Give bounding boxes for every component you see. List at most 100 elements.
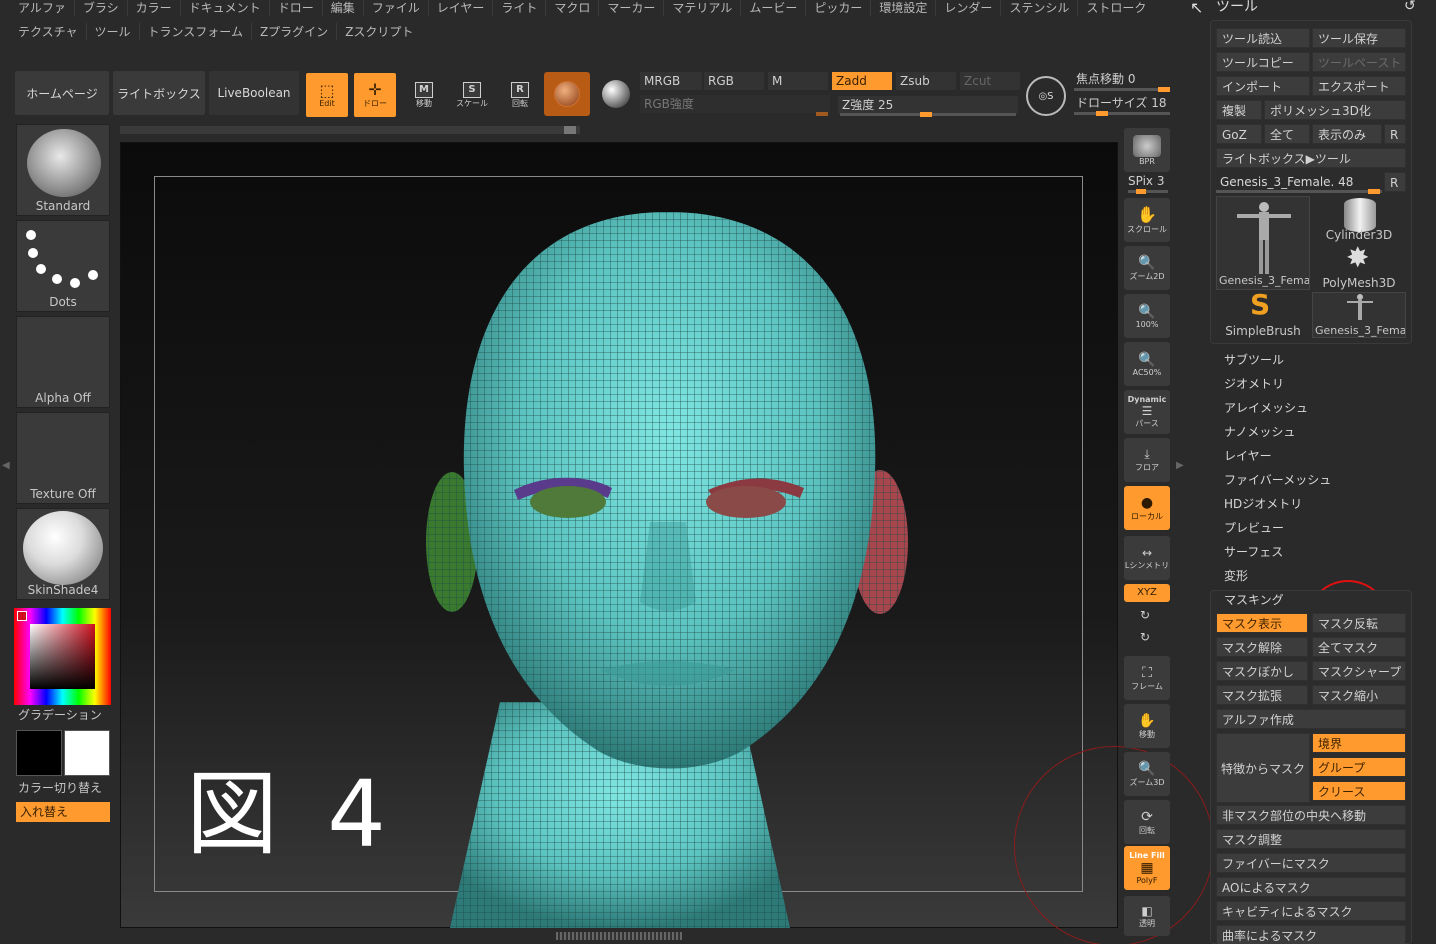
- focal-shift-handle[interactable]: [1158, 87, 1170, 92]
- switch-color-label[interactable]: カラー切り替え: [18, 779, 102, 796]
- center-unmasked-button[interactable]: 非マスク部位の中央へ移動: [1216, 805, 1406, 825]
- zoom3d-button[interactable]: 🔍 ズーム3D: [1124, 752, 1170, 796]
- color-picker[interactable]: [14, 608, 111, 705]
- frame-button[interactable]: ⛶ フレーム: [1124, 656, 1170, 700]
- masking-header[interactable]: マスキング: [1224, 590, 1284, 610]
- mask-by-ao-button[interactable]: AOによるマスク: [1216, 877, 1406, 897]
- tool-section-item[interactable]: プレビュー: [1224, 518, 1284, 538]
- menu-item[interactable]: レイヤー: [427, 0, 493, 16]
- rotate-view-button[interactable]: ⟳ 回転: [1124, 800, 1170, 844]
- bpr-button[interactable]: BPR: [1124, 128, 1170, 172]
- menu-item[interactable]: ブラシ: [73, 0, 127, 16]
- stroke-button[interactable]: Dots: [16, 220, 110, 312]
- texture-button[interactable]: Texture Off: [16, 412, 110, 504]
- import-button[interactable]: インポート: [1216, 76, 1310, 96]
- menu-item[interactable]: テクスチャ: [10, 23, 86, 40]
- zoom100-button[interactable]: 🔍 100%: [1124, 294, 1170, 338]
- draw-size-slider[interactable]: ドローサイズ 18: [1072, 94, 1172, 112]
- panel-reset-icon[interactable]: ↺: [1404, 0, 1416, 14]
- swap-color-button[interactable]: 入れ替え: [16, 802, 110, 822]
- invert-mask-button[interactable]: マスク反転: [1312, 613, 1406, 633]
- secondary-color-swatch[interactable]: [64, 730, 110, 776]
- menu-item[interactable]: ストローク: [1077, 0, 1154, 16]
- tool-section-item[interactable]: 変形: [1224, 566, 1248, 586]
- edit-mode-button[interactable]: ⬚ Edit: [305, 72, 349, 118]
- top-shelf-handle[interactable]: [564, 126, 576, 134]
- menu-item[interactable]: レンダー: [935, 0, 1000, 16]
- polyframe-button[interactable]: Line Fill ▦ PolyF: [1124, 846, 1170, 890]
- tool-section-item[interactable]: アレイメッシュ: [1224, 398, 1308, 418]
- left-tray-arrow-icon[interactable]: ◀: [2, 460, 10, 471]
- menu-item[interactable]: トランスフォーム: [138, 22, 251, 40]
- mask-groups-button[interactable]: グループ: [1312, 757, 1406, 777]
- menu-item[interactable]: 編集: [321, 0, 363, 16]
- liveboolean-button[interactable]: LiveBoolean: [208, 70, 300, 116]
- copy-tool-button[interactable]: ツールコピー: [1216, 52, 1310, 72]
- grow-mask-button[interactable]: マスク拡張: [1216, 685, 1308, 705]
- local-button[interactable]: ● ローカル: [1124, 486, 1170, 530]
- view-mask-button[interactable]: マスク表示: [1216, 613, 1308, 633]
- draw-mode-button[interactable]: ✛ ドロー: [353, 72, 397, 118]
- tool-section-item[interactable]: ジオメトリ: [1224, 374, 1284, 394]
- tool-section-item[interactable]: サーフェス: [1224, 542, 1283, 562]
- rgb-toggle[interactable]: RGB: [704, 72, 764, 90]
- menu-item[interactable]: ドロー: [268, 0, 322, 16]
- menu-item[interactable]: マテリアル: [663, 0, 740, 16]
- m-toggle[interactable]: M: [768, 72, 828, 90]
- clone-button[interactable]: 複製: [1216, 100, 1262, 120]
- create-alpha-button[interactable]: アルファ作成: [1216, 709, 1406, 729]
- goz-r-button[interactable]: R: [1384, 124, 1406, 144]
- menu-item[interactable]: ドキュメント: [179, 0, 269, 16]
- goz-all-button[interactable]: 全て: [1264, 124, 1310, 144]
- zadd-toggle[interactable]: Zadd: [832, 72, 892, 90]
- tool-section-item[interactable]: HDジオメトリ: [1224, 494, 1302, 514]
- export-button[interactable]: エクスポート: [1312, 76, 1406, 96]
- tool-section-item[interactable]: サブツール: [1224, 350, 1284, 370]
- bottom-tray-handle[interactable]: [556, 932, 682, 940]
- current-tool-handle[interactable]: [1368, 189, 1380, 194]
- rotate-mode-button[interactable]: R 回転: [498, 72, 542, 118]
- tool-thumb-cylinder[interactable]: Cylinder3D: [1312, 196, 1406, 242]
- goz-visible-button[interactable]: 表示のみ: [1312, 124, 1382, 144]
- material-button[interactable]: SkinShade4: [16, 508, 110, 600]
- color-square[interactable]: [30, 624, 95, 689]
- current-tool-slider[interactable]: Genesis_3_Female. 48: [1216, 172, 1382, 192]
- mrgb-toggle[interactable]: MRGB: [640, 72, 702, 90]
- move-mode-button[interactable]: M 移動: [402, 72, 446, 118]
- tool-r-button[interactable]: R: [1384, 172, 1406, 192]
- save-tool-button[interactable]: ツール保存: [1312, 28, 1406, 48]
- rgb-intensity-handle[interactable]: [816, 112, 828, 116]
- menu-item[interactable]: ファイル: [362, 0, 428, 16]
- mask-adjust-button[interactable]: マスク調整: [1216, 829, 1406, 849]
- snapshot-icon[interactable]: ◎S: [1026, 76, 1066, 116]
- tool-thumb-genesis-2[interactable]: Genesis_3_Fema: [1312, 292, 1406, 338]
- menu-item[interactable]: アルファ: [10, 0, 74, 16]
- tool-section-item[interactable]: ナノメッシュ: [1224, 422, 1295, 442]
- focal-shift-slider[interactable]: 焦点移動 0: [1072, 70, 1172, 88]
- top-shelf-scroll[interactable]: [120, 126, 580, 134]
- menu-item[interactable]: Zスクリプト: [336, 22, 421, 40]
- rgb-intensity-slider[interactable]: RGB強度: [640, 95, 830, 113]
- transparency-button[interactable]: ◧ 透明: [1124, 896, 1170, 936]
- rotate-y-icon[interactable]: ↻: [1140, 608, 1150, 622]
- move-view-button[interactable]: ✋ 移動: [1124, 704, 1170, 748]
- primary-color-swatch[interactable]: [16, 730, 62, 776]
- mask-by-feature-button[interactable]: 特徴からマスク: [1216, 733, 1310, 803]
- blur-mask-button[interactable]: マスクぼかし: [1216, 661, 1308, 681]
- symmetry-button[interactable]: ↔ Lシンメトリ: [1124, 536, 1170, 580]
- matcap-button[interactable]: [594, 72, 638, 116]
- paste-tool-button[interactable]: ツールペースト: [1312, 52, 1406, 72]
- mask-crease-button[interactable]: クリース: [1312, 781, 1406, 801]
- clear-mask-button[interactable]: マスク解除: [1216, 637, 1308, 657]
- load-tool-button[interactable]: ツール読込: [1216, 28, 1310, 48]
- spix-control[interactable]: SPix 3: [1128, 174, 1164, 188]
- tool-section-item[interactable]: レイヤー: [1224, 446, 1272, 466]
- z-intensity-handle[interactable]: [920, 112, 932, 117]
- zcut-toggle[interactable]: Zcut: [960, 72, 1020, 90]
- floor-button[interactable]: ⤓ フロア: [1124, 438, 1170, 482]
- mask-by-curvature-button[interactable]: 曲率によるマスク: [1216, 925, 1406, 944]
- alpha-button[interactable]: Alpha Off: [16, 316, 110, 408]
- tool-section-item[interactable]: ファイバーメッシュ: [1224, 470, 1331, 490]
- right-tray-arrow-icon[interactable]: ▶: [1176, 460, 1184, 471]
- zsub-toggle[interactable]: Zsub: [896, 72, 956, 90]
